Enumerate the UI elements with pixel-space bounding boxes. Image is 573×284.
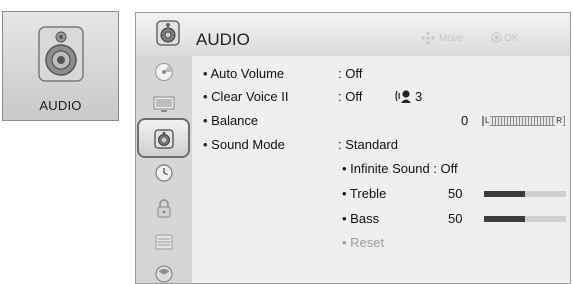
- clear-voice-level: 3: [415, 89, 423, 104]
- move-hint: Move: [439, 33, 464, 44]
- menu-row-treble[interactable]: • Treble 50: [192, 181, 570, 205]
- speaker-icon: [153, 129, 174, 149]
- four-way-arrow-icon: [421, 31, 435, 45]
- menu-row-clear-voice[interactable]: • Clear Voice II : Off 3: [192, 84, 570, 108]
- page-title: AUDIO: [196, 30, 250, 49]
- treble-slider[interactable]: [484, 191, 566, 197]
- infinite-sound-label: • Infinite Sound : Off: [342, 161, 458, 176]
- monitor-icon: [153, 96, 175, 112]
- menu-row-bass[interactable]: • Bass 50: [192, 206, 570, 230]
- sound-mode-value: : Standard: [338, 137, 398, 152]
- audio-category-card[interactable]: AUDIO: [2, 11, 119, 121]
- speaker-icon: [156, 20, 180, 46]
- sidebar-item-lock[interactable]: [152, 198, 176, 218]
- audio-card-label: AUDIO: [39, 98, 82, 113]
- bass-value: 50: [448, 211, 463, 226]
- balance-label: • Balance: [203, 113, 259, 128]
- treble-label: • Treble: [342, 186, 387, 201]
- speaker-icon: [38, 26, 84, 82]
- ok-circle-icon: [491, 32, 502, 43]
- category-sidebar: [136, 56, 192, 283]
- sidebar-item-option[interactable]: [152, 232, 176, 252]
- treble-slider-fill: [484, 191, 525, 197]
- bass-label: • Bass: [342, 211, 380, 226]
- menu-row-auto-volume[interactable]: • Auto Volume : Off: [192, 61, 570, 85]
- audio-menu-window: AUDIO Move OK • Auto Volume: Off • Clea…: [135, 12, 571, 284]
- sidebar-item-disc[interactable]: [152, 62, 176, 82]
- treble-value: 50: [448, 186, 463, 201]
- sidebar-item-audio[interactable]: [137, 118, 190, 158]
- bass-slider[interactable]: [484, 216, 566, 222]
- menu-row-sound-mode[interactable]: • Sound Mode : Standard: [192, 132, 570, 156]
- auto-volume-label: • Auto Volume: [203, 66, 285, 81]
- menu-row-reset[interactable]: • Reset: [192, 230, 570, 254]
- auto-volume-value: : Off: [338, 66, 363, 81]
- disc-icon: [155, 63, 173, 81]
- sidebar-item-network[interactable]: [152, 263, 176, 283]
- sidebar-item-picture[interactable]: [152, 94, 176, 114]
- clock-icon: [155, 164, 173, 182]
- sound-mode-label: • Sound Mode: [203, 137, 285, 152]
- menu-header: AUDIO Move OK: [136, 13, 570, 57]
- balance-slider[interactable]: L R: [482, 116, 565, 126]
- menu-content: • Auto Volume : Off • Clear Voice II : O…: [192, 56, 570, 283]
- balance-right-label: R: [555, 116, 563, 126]
- balance-value: 0: [461, 113, 469, 128]
- clear-voice-label: • Clear Voice II: [203, 89, 289, 104]
- voice-icon: [395, 90, 411, 103]
- ok-hint: OK: [504, 33, 519, 44]
- clear-voice-value: : Off: [338, 89, 363, 104]
- reset-label: • Reset: [342, 235, 385, 250]
- lock-icon: [157, 199, 171, 218]
- menu-row-infinite-sound[interactable]: • Infinite Sound : Off: [192, 156, 570, 180]
- balance-left-label: L: [484, 116, 491, 126]
- option-icon: [155, 234, 173, 250]
- sidebar-item-time[interactable]: [152, 163, 176, 183]
- menu-row-balance[interactable]: • Balance 0 L R: [192, 108, 570, 132]
- globe-icon: [155, 265, 173, 283]
- bass-slider-fill: [484, 216, 525, 222]
